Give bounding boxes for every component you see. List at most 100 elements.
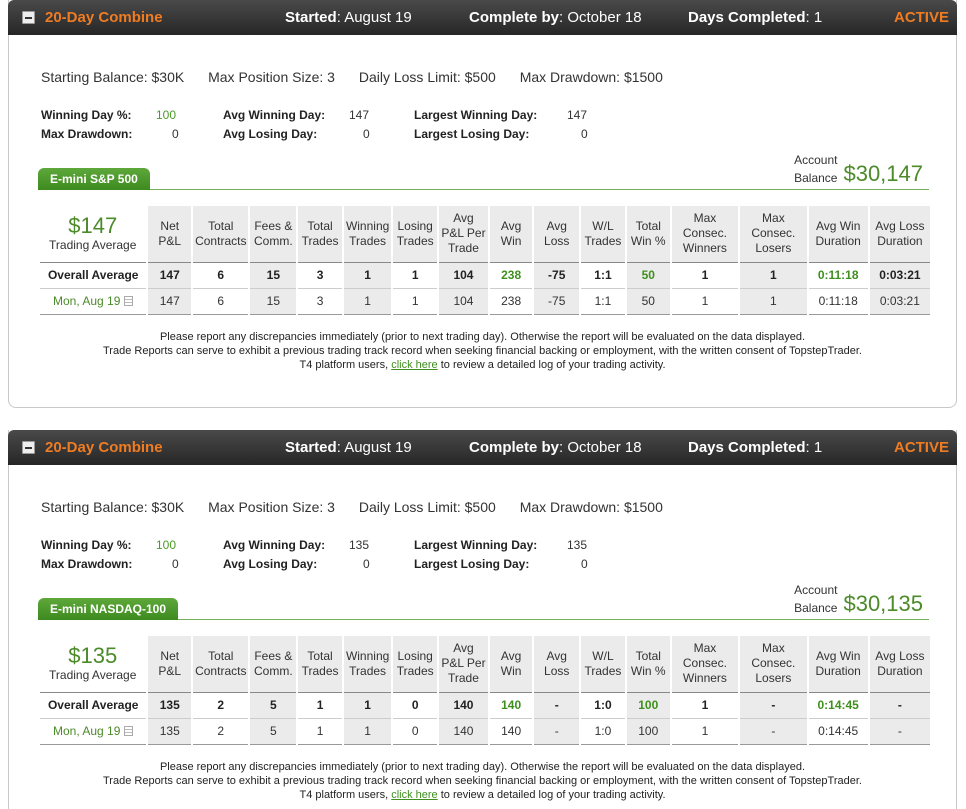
column-header: Avg P&L Per Trade: [437, 636, 489, 692]
account-balance: Account Balance $30,135: [794, 583, 923, 616]
column-header: Max Consec. Losers: [738, 636, 808, 692]
winning-day-pct-value: 100: [156, 108, 177, 122]
max-drawdown-label: Max Drawdown:: [41, 127, 133, 141]
overall-cell: 1: [738, 261, 808, 289]
avg-losing-day-value: 0: [363, 127, 370, 141]
overall-cell: 238: [487, 261, 534, 289]
trading-table: $135 Trading Average Net P&L Total Contra…: [37, 636, 930, 745]
largest-losing-day-label: Largest Losing Day:: [414, 557, 530, 571]
overall-cell: -: [867, 691, 930, 719]
combine-panel: 20-Day Combine Started: August 19 Comple…: [8, 430, 957, 809]
day-cell: -: [532, 718, 581, 745]
product-tab[interactable]: E-mini S&P 500: [38, 168, 150, 190]
overall-cell: -: [532, 691, 581, 719]
day-cell: 1: [391, 288, 439, 315]
column-header: W/L Trades: [579, 206, 626, 262]
largest-winning-day-label: Largest Winning Day:: [414, 538, 538, 552]
day-cell: 1: [669, 288, 740, 315]
collapse-icon[interactable]: [22, 11, 35, 24]
day-cell: 2: [191, 718, 250, 745]
column-header: Avg Win Duration: [806, 206, 869, 262]
status-badge: ACTIVE: [893, 9, 949, 26]
account-balance: Account Balance $30,147: [794, 153, 923, 186]
product-tab[interactable]: E-mini NASDAQ-100: [38, 598, 179, 620]
overall-cell: 104: [437, 261, 489, 289]
largest-losing-day-label: Largest Losing Day:: [414, 127, 530, 141]
overall-cell: 1:0: [579, 691, 626, 719]
trading-table: $147 Trading Average Net P&L Total Contra…: [37, 206, 930, 315]
overall-cell: -: [738, 691, 808, 719]
day-cell: 1: [296, 718, 343, 745]
overall-cell: 5: [248, 691, 298, 719]
avg-winning-day-label: Avg Winning Day:: [223, 538, 326, 552]
product-bar: E-mini S&P 500 Account Balance $30,147: [38, 153, 929, 190]
column-header: Max Consec. Winners: [669, 206, 740, 262]
account-balance-value: $30,147: [843, 161, 923, 186]
trading-average-value: $147: [68, 213, 118, 239]
day-cell: 1: [341, 288, 393, 315]
column-header: Fees & Comm.: [248, 636, 298, 692]
trading-average-label: Trading Average: [49, 668, 137, 683]
trading-average-value: $135: [68, 643, 118, 669]
combine-panel: 20-Day Combine Started: August 19 Comple…: [8, 0, 957, 408]
overall-cell: -75: [532, 261, 581, 289]
daily-loss-limit: Daily Loss Limit: $500: [358, 499, 496, 515]
note-icon[interactable]: [124, 726, 134, 736]
overall-cell: 100: [624, 691, 671, 719]
product-bar: E-mini NASDAQ-100 Account Balance $30,135: [38, 583, 929, 620]
day-cell: 0:11:18: [806, 288, 869, 315]
column-header: Total Win %: [624, 206, 671, 262]
daily-loss-limit: Daily Loss Limit: $500: [358, 69, 496, 85]
day-cell: 5: [248, 718, 298, 745]
day-cell: 1:1: [579, 288, 626, 315]
overall-cell: 1: [341, 691, 393, 719]
day-row-label[interactable]: Mon, Aug 19: [37, 718, 148, 745]
column-header: Total Trades: [296, 206, 343, 262]
day-cell: 0: [391, 718, 439, 745]
column-header: Total Win %: [624, 636, 671, 692]
note-icon[interactable]: [124, 296, 134, 306]
column-header: Avg Loss Duration: [867, 636, 930, 692]
complete-by-date: Complete by: October 18: [469, 9, 642, 26]
avg-losing-day-value: 0: [363, 557, 370, 571]
overall-average-label: Overall Average: [37, 691, 148, 719]
click-here-link[interactable]: click here: [391, 359, 437, 371]
overall-cell: 6: [191, 261, 250, 289]
column-header: Avg Loss: [532, 636, 581, 692]
day-cell: 140: [487, 718, 534, 745]
max-position-size: Max Position Size: 3: [208, 499, 335, 515]
column-header: Avg Win: [487, 206, 534, 262]
overall-cell: 2: [191, 691, 250, 719]
column-header: Avg Win Duration: [806, 636, 869, 692]
panel-title: 20-Day Combine: [45, 9, 163, 26]
column-header: Net P&L: [146, 206, 193, 262]
avg-losing-day-label: Avg Losing Day:: [223, 557, 318, 571]
collapse-icon[interactable]: [22, 441, 35, 454]
column-header: Winning Trades: [341, 636, 393, 692]
column-header: Losing Trades: [391, 206, 439, 262]
click-here-link[interactable]: click here: [391, 789, 437, 801]
days-completed: Days Completed: 1: [688, 439, 823, 456]
max-drawdown-value: 0: [172, 127, 179, 141]
max-drawdown-rule: Max Drawdown: $1500: [519, 69, 663, 85]
starting-balance: Starting Balance: $30K: [41, 69, 185, 85]
overall-cell: 1: [296, 691, 343, 719]
column-header: Avg Loss: [532, 206, 581, 262]
max-drawdown-rule: Max Drawdown: $1500: [519, 499, 663, 515]
trading-average: $135 Trading Average: [39, 636, 148, 692]
day-cell: 0:14:45: [806, 718, 869, 745]
column-header: Avg Loss Duration: [867, 206, 930, 262]
combine-rules: Starting Balance: $30K Max Position Size…: [41, 499, 683, 515]
max-drawdown-label: Max Drawdown:: [41, 557, 133, 571]
day-row-label[interactable]: Mon, Aug 19: [37, 288, 148, 315]
column-header: Net P&L: [146, 636, 193, 692]
max-drawdown-value: 0: [172, 557, 179, 571]
day-cell: 135: [146, 718, 193, 745]
column-header: Winning Trades: [341, 206, 393, 262]
trading-average: $147 Trading Average: [39, 206, 148, 262]
overall-cell: 3: [296, 261, 343, 289]
avg-winning-day-label: Avg Winning Day:: [223, 108, 326, 122]
column-header: Total Trades: [296, 636, 343, 692]
combine-rules: Starting Balance: $30K Max Position Size…: [41, 69, 683, 85]
column-header: Max Consec. Winners: [669, 636, 740, 692]
